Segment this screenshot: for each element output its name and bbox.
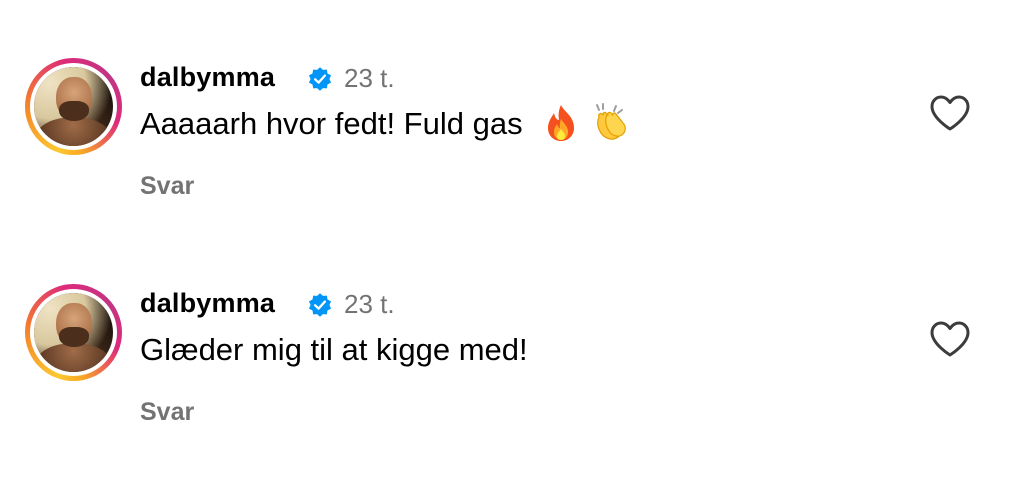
reply-button[interactable]: Svar [140,172,194,201]
heart-outline-icon[interactable] [928,319,972,359]
comment-item: dalbymma 23 t. Aaaaarh hvor fedt! Fuld g… [0,58,1024,258]
verified-badge-icon [308,67,332,91]
verified-badge-icon [308,293,332,317]
comment-username[interactable]: dalbymma [140,288,275,319]
comment-text: Glæder mig til at kigge med! [140,332,528,367]
comment-timestamp: 23 t. [344,289,395,319]
avatar-story-ring[interactable] [25,58,122,155]
avatar [34,293,113,372]
avatar [34,67,113,146]
reply-button[interactable]: Svar [140,398,194,427]
comment-text-row: Aaaaarh hvor fedt! Fuld gas [140,103,629,146]
clapping-hands-emoji-icon [595,103,626,140]
comment-text-row: Glæder mig til at kigge med! [140,332,528,368]
comment-text: Aaaaarh hvor fedt! Fuld gas [140,106,523,142]
heart-outline-icon[interactable] [928,93,972,133]
comment-username[interactable]: dalbymma [140,62,275,93]
fire-emoji-icon [547,105,574,141]
avatar-story-ring[interactable] [25,284,122,381]
comment-timestamp: 23 t. [344,63,395,93]
comment-item: dalbymma 23 t. Glæder mig til at kigge m… [0,284,1024,484]
